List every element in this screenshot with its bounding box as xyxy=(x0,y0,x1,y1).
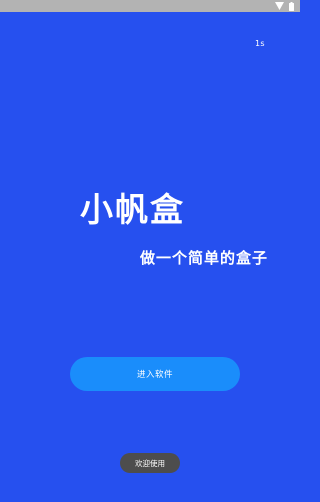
status-icons xyxy=(275,1,294,11)
welcome-toast-text: 欢迎使用 xyxy=(135,458,165,468)
wifi-icon xyxy=(275,2,284,10)
welcome-toast: 欢迎使用 xyxy=(120,453,180,473)
skip-countdown[interactable]: 1s xyxy=(255,39,265,48)
battery-icon xyxy=(289,1,294,11)
enter-app-button-label: 进入软件 xyxy=(136,370,173,380)
app-slogan: 做一个简单的盒子 xyxy=(140,249,269,267)
app-title: 小帆盒 xyxy=(80,190,185,229)
status-bar xyxy=(0,0,300,12)
enter-app-button[interactable]: 进入软件 xyxy=(70,357,240,391)
